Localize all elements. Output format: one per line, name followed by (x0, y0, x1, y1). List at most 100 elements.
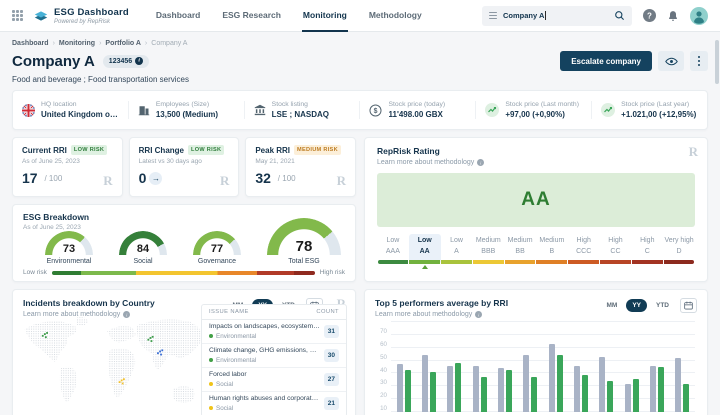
incident-cluster-central-asia[interactable] (160, 354, 162, 356)
period-ytd-button[interactable]: YTD (650, 299, 675, 312)
company-id-badge[interactable]: 123456 (103, 55, 149, 68)
search-icon[interactable] (614, 10, 625, 21)
top-navigation: ESG Dashboard Powered by RepRisk Dashboa… (0, 0, 720, 32)
incident-cluster-central-asia[interactable] (159, 351, 161, 353)
notifications-icon[interactable] (667, 10, 679, 22)
bar-green[interactable] (658, 367, 664, 412)
risk-scale-high-label: High risk (320, 269, 345, 276)
methodology-link[interactable]: Learn more about methodology (375, 311, 482, 318)
gauge-label: Governance (198, 258, 236, 265)
incident-cluster-north-america[interactable] (44, 333, 46, 335)
escalate-company-button[interactable]: Escalate company (560, 51, 652, 71)
incident-cluster-eastern-europe[interactable] (150, 337, 152, 339)
bar-green[interactable] (531, 377, 537, 412)
bar-gray[interactable] (473, 366, 479, 412)
breadcrumb-item-monitoring[interactable]: Monitoring (59, 40, 95, 47)
incident-cluster-central-africa[interactable] (121, 379, 123, 381)
issue-row[interactable]: Impacts on landscapes, ecosystems an... … (202, 320, 346, 344)
rating-grade-bb[interactable]: Medium BB (504, 234, 536, 264)
incident-cluster-north-america[interactable] (46, 332, 48, 334)
incident-cluster-central-asia[interactable] (157, 352, 159, 354)
bar-gray[interactable] (498, 368, 504, 412)
app-logo[interactable]: ESG Dashboard Powered by RepRisk (33, 7, 129, 25)
bar-gray[interactable] (397, 364, 403, 412)
category-dot-icon (209, 358, 213, 362)
risk-level-badge: LOW RISK (188, 145, 224, 155)
incident-cluster-eastern-europe[interactable] (151, 340, 153, 342)
incident-cluster-central-asia[interactable] (161, 349, 163, 351)
tab-esg-research[interactable]: ESG Research (221, 0, 282, 32)
bar-green[interactable] (405, 370, 411, 412)
rating-grade-b[interactable]: Medium B (536, 234, 568, 264)
app-launcher-icon[interactable] (12, 10, 23, 21)
help-icon[interactable] (643, 9, 656, 22)
bar-gray[interactable] (675, 358, 681, 412)
breadcrumb-item-company-a[interactable]: Company A (151, 40, 187, 47)
bar-green[interactable] (582, 375, 588, 412)
rating-grade-label: C (631, 248, 663, 255)
reprisk-logo: R (103, 173, 112, 189)
incident-cluster-eastern-europe[interactable] (152, 336, 154, 338)
incident-cluster-eastern-europe[interactable] (147, 339, 149, 341)
stat-label: Stock price (Last year) (621, 101, 696, 108)
bar-green[interactable] (455, 363, 461, 412)
tab-methodology[interactable]: Methodology (368, 0, 423, 32)
bar-gray[interactable] (650, 366, 656, 412)
bar-green[interactable] (557, 355, 563, 412)
bar-green[interactable] (633, 379, 639, 412)
issue-row[interactable]: Forced labor Social 27 (202, 368, 346, 392)
issue-row[interactable]: Climate change, GHG emissions, and gl...… (202, 344, 346, 368)
breadcrumb-item-portfolio-a[interactable]: Portfolio A (105, 40, 141, 47)
incident-cluster-north-america[interactable] (42, 335, 44, 337)
search-filter-icon[interactable] (489, 12, 497, 19)
bar-green[interactable] (506, 370, 512, 412)
tab-dashboard[interactable]: Dashboard (155, 0, 201, 32)
bar-gray[interactable] (447, 366, 453, 412)
info-icon[interactable] (135, 57, 143, 65)
watch-button[interactable] (658, 51, 684, 71)
search-input[interactable]: Company A (482, 6, 632, 26)
bar-group (549, 344, 563, 412)
rating-grade-c[interactable]: High C (631, 234, 663, 264)
period-mm-button[interactable]: MM (600, 299, 623, 312)
rating-grade-label: A (441, 248, 473, 255)
bar-green[interactable] (430, 372, 436, 412)
scrollbar-thumb[interactable] (715, 40, 719, 84)
rri-card-title: Peak RRI (255, 146, 290, 155)
bar-gray[interactable] (574, 366, 580, 412)
info-icon (477, 159, 484, 166)
tab-monitoring[interactable]: Monitoring (302, 0, 348, 32)
bar-gray[interactable] (599, 357, 605, 412)
rating-grade-a[interactable]: Low A (441, 234, 473, 264)
period-yy-button[interactable]: YY (626, 299, 647, 312)
rating-grade-d[interactable]: Very high D (663, 234, 695, 264)
rating-grade-aa[interactable]: Low AA (409, 234, 441, 264)
rating-grade-cc[interactable]: High CC (600, 234, 632, 264)
bar-gray[interactable] (625, 384, 631, 412)
methodology-link[interactable]: Learn more about methodology (377, 159, 484, 166)
bar-green[interactable] (683, 384, 689, 412)
rating-grade-aaa[interactable]: Low AAA (377, 234, 409, 264)
dollar-icon: $ (369, 104, 382, 117)
incident-cluster-central-africa[interactable] (123, 378, 125, 380)
bar-gray[interactable] (549, 344, 555, 412)
reprisk-logo: R (337, 173, 346, 189)
calendar-button[interactable] (680, 298, 697, 313)
user-avatar[interactable] (690, 7, 708, 25)
stat-hq-location: HQ location United Kingdom of Great... (13, 101, 128, 119)
issues-table: ISSUE NAME COUNT Impacts on landscapes, … (201, 304, 347, 415)
breadcrumb-item-dashboard[interactable]: Dashboard (12, 40, 49, 47)
issue-row[interactable]: Human rights abuses and corporate co... … (202, 392, 346, 415)
rating-grade-bbb[interactable]: Medium BBB (472, 234, 504, 264)
rating-color-segment (568, 260, 599, 264)
incident-cluster-central-africa[interactable] (122, 383, 124, 385)
incident-cluster-north-america[interactable] (45, 336, 47, 338)
bar-gray[interactable] (422, 355, 428, 412)
incident-cluster-central-africa[interactable] (119, 381, 121, 383)
bar-gray[interactable] (523, 355, 529, 412)
issue-name: Forced labor (209, 371, 320, 378)
rating-grade-ccc[interactable]: High CCC (568, 234, 600, 264)
more-options-button[interactable] (690, 51, 708, 71)
bar-green[interactable] (481, 377, 487, 412)
bar-green[interactable] (607, 381, 613, 412)
